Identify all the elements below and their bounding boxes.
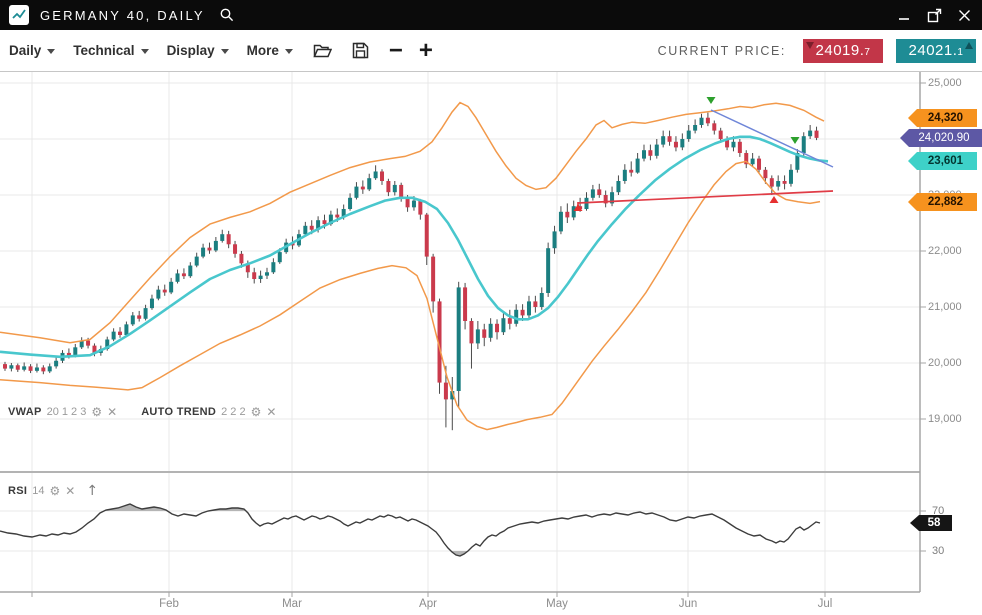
window-title: GERMANY 40, DAILY (40, 8, 205, 23)
indicator-legend-row: VWAP 20 1 2 3 ⚙ ✕ AUTO TREND 2 2 2 ⚙ ✕ (8, 405, 276, 419)
close-icon[interactable] (956, 7, 972, 23)
buy-price-frac: 1 (957, 47, 963, 58)
close-icon[interactable]: ✕ (266, 405, 276, 419)
rsi-params: 14 (32, 485, 44, 497)
month-tick-label: Jul (818, 598, 833, 610)
rsi-price-badge: 58 (910, 515, 952, 531)
menu-more[interactable]: More (247, 43, 293, 58)
chevron-down-icon (221, 49, 229, 54)
price-up-arrow-icon (965, 42, 973, 49)
sell-price-frac: 7 (864, 47, 870, 58)
rsi-tick-label: 30 (932, 545, 944, 557)
rsi-oversold-fill (0, 504, 820, 556)
app-logo-icon (9, 5, 29, 25)
open-chart-icon[interactable] (313, 43, 332, 59)
vwap-price-badge: 23,601 (908, 152, 977, 170)
menu-display[interactable]: Display (167, 43, 229, 58)
gear-icon[interactable]: ⚙ (50, 484, 61, 498)
price-tick-label: 21,000 (928, 301, 962, 313)
chevron-down-icon (285, 49, 293, 54)
search-icon[interactable] (219, 7, 235, 23)
month-tick-label: Jun (679, 598, 698, 610)
month-tick-label: Apr (419, 598, 437, 610)
current-price-label: CURRENT PRICE: (658, 44, 786, 58)
gear-icon[interactable]: ⚙ (91, 405, 102, 419)
sell-price-value: 24019. (816, 42, 865, 59)
month-tick-label: Mar (282, 598, 302, 610)
menu-timeframe-label: Daily (9, 43, 41, 58)
title-bar: GERMANY 40, DAILY (0, 0, 982, 30)
price-tick-label: 25,000 (928, 77, 962, 89)
buy-price-value: 24021. (909, 42, 958, 59)
chevron-down-icon (47, 49, 55, 54)
chart-toolbar: Daily Technical Display More − + CURRENT… (0, 30, 982, 72)
rsi-indicator-label: RSI (8, 485, 27, 497)
month-tick-label: May (546, 598, 568, 610)
price-chart-canvas[interactable] (0, 0, 982, 615)
price-tick-label: 22,000 (928, 245, 962, 257)
close-icon[interactable]: ✕ (65, 484, 75, 498)
vwap-line (0, 137, 828, 357)
current-price-price-badge: 24,020.90 (900, 129, 982, 147)
price-tick-label: 19,000 (928, 413, 962, 425)
price-down-arrow-icon (806, 42, 814, 49)
menu-display-label: Display (167, 43, 215, 58)
price-tick-label: 20,000 (928, 357, 962, 369)
menu-technical-label: Technical (73, 43, 134, 58)
collapse-pane-arrow-icon[interactable]: ↑ (86, 483, 98, 499)
minimize-button[interactable] (896, 7, 912, 23)
gear-icon[interactable]: ⚙ (251, 405, 262, 419)
zoom-out-icon[interactable]: − (389, 41, 403, 61)
chevron-down-icon (141, 49, 149, 54)
rsi-legend-row: RSI 14 ⚙ ✕ ↑ (8, 483, 98, 499)
menu-more-label: More (247, 43, 279, 58)
zoom-in-icon[interactable]: + (419, 41, 433, 61)
bollinger-lower-line (0, 161, 820, 429)
buy-price-badge[interactable]: 24021.1 (896, 39, 976, 63)
month-tick-label: Feb (159, 598, 179, 610)
vwap-indicator-label: VWAP (8, 406, 42, 418)
popout-window-button[interactable] (926, 7, 942, 23)
bb-lower-price-badge: 22,882 (908, 193, 977, 211)
save-chart-icon[interactable] (352, 42, 369, 59)
rsi-overbought-fill (0, 504, 820, 556)
menu-technical[interactable]: Technical (73, 43, 148, 58)
close-icon[interactable]: ✕ (107, 405, 117, 419)
bb-upper-price-badge: 24,320 (908, 109, 977, 127)
auto-trend-indicator-label: AUTO TREND (141, 406, 216, 418)
rsi-line (0, 504, 820, 556)
sell-price-badge[interactable]: 24019.7 (803, 39, 883, 63)
menu-timeframe[interactable]: Daily (9, 43, 55, 58)
vwap-params: 20 1 2 3 (47, 406, 87, 418)
auto-trend-params: 2 2 2 (221, 406, 245, 418)
